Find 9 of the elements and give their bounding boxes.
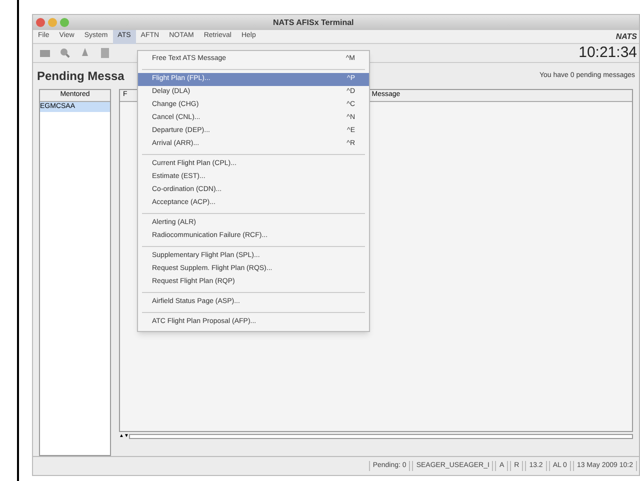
window-title: NATS AFISx Terminal (273, 16, 354, 28)
zoom-icon[interactable] (60, 18, 69, 27)
minimize-icon[interactable] (48, 18, 57, 27)
document-icon[interactable] (99, 47, 111, 59)
logo: NATS (616, 30, 637, 42)
clock: 10:21:34 (578, 42, 637, 63)
search-icon[interactable] (59, 47, 71, 59)
section-heading: Pending Messa (37, 68, 124, 85)
close-icon[interactable] (36, 18, 45, 27)
